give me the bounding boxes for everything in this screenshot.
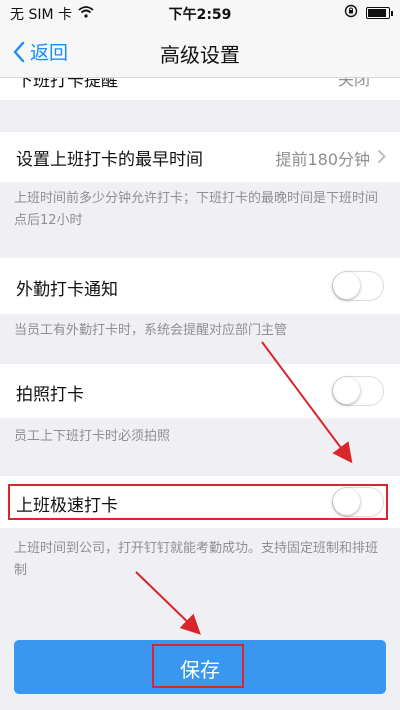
setting-description: 上班时间到公司，打开钉钉就能考勤成功。支持固定班制和排班制 (14, 541, 379, 578)
setting-description: 上班时间前多少分钟允许打卡；下班打卡的最晚时间是下班时间点后12小时 (14, 191, 379, 228)
outside-notice-toggle[interactable] (332, 271, 384, 301)
setting-label: 拍照打卡 (16, 385, 84, 405)
status-bar: 无 SIM 卡 下午2:59 (0, 0, 400, 26)
toggle-knob (333, 272, 360, 299)
chevron-right-icon (377, 149, 386, 164)
setting-row-photo-checkin: 拍照打卡 (0, 364, 400, 418)
setting-value: 提前180分钟 (275, 150, 370, 169)
setting-description: 当员工有外勤打卡时，系统会提醒对应部门主管 (14, 323, 288, 338)
annotation-highlight-box (152, 644, 244, 688)
setting-row-checkout-reminder[interactable]: 下班打卡提醒 关闭 (0, 78, 400, 100)
status-time: 下午2:59 (168, 7, 232, 23)
setting-label: 外勤打卡通知 (16, 280, 118, 300)
nav-bar: 返回 高级设置 (0, 26, 400, 78)
setting-label: 设置上班打卡的最早时间 (16, 150, 203, 170)
setting-label: 下班打卡提醒 (16, 78, 118, 91)
photo-checkin-toggle[interactable] (332, 376, 384, 406)
page-title: 高级设置 (160, 43, 240, 67)
setting-row-earliest-time[interactable]: 设置上班打卡的最早时间 提前180分钟 (0, 132, 400, 182)
status-right (344, 4, 393, 22)
orientation-lock-icon (344, 4, 358, 22)
setting-value: 关闭 (337, 78, 370, 89)
battery-icon (366, 7, 393, 19)
setting-description: 员工上下班打卡时必须拍照 (14, 429, 171, 444)
toggle-knob (333, 377, 360, 404)
setting-row-outside-notice: 外勤打卡通知 (0, 258, 400, 314)
annotation-highlight-box (8, 484, 388, 520)
annotation-arrows (135, 341, 353, 635)
